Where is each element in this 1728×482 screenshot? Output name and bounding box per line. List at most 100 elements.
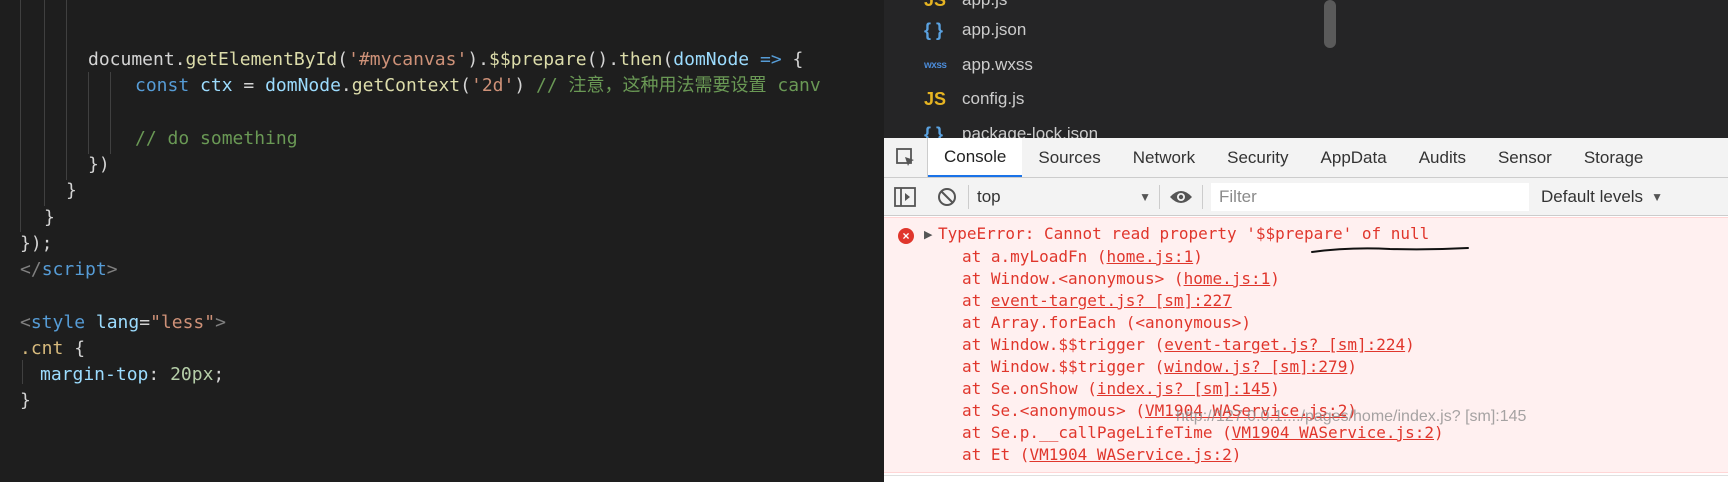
code-editor[interactable]: document.getElementById('#mycanvas').$$p… — [0, 0, 884, 482]
code-line: }); — [20, 230, 53, 257]
stack-frame-link[interactable]: window.js? [sm]:279 — [1164, 357, 1347, 376]
stack-frame-text: ) — [1270, 269, 1280, 288]
clear-console-icon[interactable] — [926, 178, 968, 216]
console-toolbar: top ▼ Default levels ▼ — [884, 178, 1728, 216]
show-sidebar-icon[interactable] — [884, 178, 926, 216]
stack-frame: at event-target.js? [sm]:227 — [962, 290, 1232, 312]
stack-frame-text: at Se.onShow ( — [962, 379, 1097, 398]
tab-audits[interactable]: Audits — [1403, 138, 1482, 177]
indent-guide — [20, 0, 21, 232]
stack-frame: at Window.<anonymous> (home.js:1) — [962, 268, 1280, 290]
context-selector[interactable]: top ▼ — [969, 178, 1159, 216]
tab-sensor[interactable]: Sensor — [1482, 138, 1568, 177]
stack-frame-text: ) — [1231, 445, 1242, 464]
code-token: '#mycanvas' — [348, 49, 468, 70]
indent-guide — [66, 0, 67, 180]
code-token: $$prepare — [489, 49, 587, 70]
code-token: script — [41, 259, 107, 280]
stack-frame: at a.myLoadFn (home.js:1) — [962, 246, 1203, 268]
code-line: document.getElementById('#mycanvas').$$p… — [88, 46, 803, 73]
indent-guide — [22, 360, 23, 384]
code-token: ctx — [200, 75, 233, 96]
file-name: package-lock.json — [962, 124, 1099, 138]
console-error-message[interactable]: × ▶ TypeError: Cannot read property '$$p… — [884, 217, 1728, 473]
devtools-panel: Console Sources Network Security AppData Audi… — [884, 138, 1728, 482]
file-explorer-scrollbar[interactable] — [1324, 0, 1336, 48]
code-token: ( — [662, 49, 674, 70]
tab-appdata[interactable]: AppData — [1305, 138, 1403, 177]
js-file-icon: JS — [924, 0, 962, 11]
expand-caret-icon[interactable]: ▶ — [924, 228, 932, 241]
code-line: <style lang="less"> — [20, 309, 226, 336]
tab-storage[interactable]: Storage — [1568, 138, 1660, 177]
code-line: } — [44, 204, 55, 231]
stack-frame-link[interactable]: home.js:1 — [1107, 247, 1194, 266]
stack-frame: at Et (VM1904 WAService.js:2) — [962, 444, 1241, 466]
log-levels-dropdown[interactable]: Default levels ▼ — [1541, 187, 1663, 207]
toolbar-divider — [1202, 184, 1203, 209]
code-token: { — [792, 49, 804, 70]
file-item[interactable]: JS config.js — [924, 82, 1024, 116]
stack-frame-text: at Window.$$trigger ( — [962, 357, 1165, 376]
code-token: style — [30, 312, 86, 333]
code-token: "less" — [150, 312, 216, 333]
code-line: .cnt { — [20, 335, 85, 362]
code-token: '2d' — [470, 75, 515, 96]
code-token: }); — [20, 233, 53, 254]
code-token: .cnt — [20, 338, 64, 359]
eye-icon[interactable] — [1160, 178, 1202, 216]
stack-frame-link[interactable]: event-target.js? [sm]:224 — [1164, 335, 1405, 354]
code-token: // do something — [135, 128, 298, 149]
tab-security[interactable]: Security — [1211, 138, 1304, 177]
stack-frame-text: ) — [1270, 379, 1280, 398]
handwritten-underline — [1311, 247, 1469, 253]
code-line: }) — [88, 151, 110, 178]
chevron-down-icon: ▼ — [1651, 189, 1663, 204]
code-token: = — [139, 312, 151, 333]
code-token: domNode — [265, 75, 341, 96]
json-file-icon: { } — [924, 19, 944, 40]
js-file-icon: JS — [924, 88, 947, 109]
context-selector-value: top — [977, 186, 1001, 206]
file-item[interactable]: wxss app.wxss — [924, 48, 1033, 82]
error-icon: × — [898, 228, 914, 244]
stack-frame: at Window.$$trigger (event-target.js? [s… — [962, 334, 1415, 356]
code-line: // do something — [135, 125, 298, 152]
code-token: 20px — [170, 364, 214, 385]
code-token: }) — [88, 154, 110, 175]
code-token: // 注意，这种用法需要设置 canv — [536, 75, 821, 96]
inspect-element-icon[interactable] — [884, 138, 928, 177]
code-token: => — [749, 49, 793, 70]
tab-sources[interactable]: Sources — [1022, 138, 1116, 177]
filter-input[interactable] — [1211, 182, 1529, 211]
code-token: > — [215, 312, 226, 333]
devtools-tabs: Console Sources Network Security AppData Audi… — [928, 138, 1659, 177]
code-line: const ctx = domNode.getContext('2d') // … — [135, 72, 821, 99]
code-token: document — [88, 49, 175, 70]
code-token: = — [232, 75, 266, 96]
code-token: } — [20, 390, 31, 411]
file-explorer[interactable]: JSapp.js{ }app.jsonwxssapp.wxssJSconfig.… — [884, 0, 1728, 138]
file-item[interactable]: { } package-lock.json — [924, 117, 1099, 139]
file-name: app.wxss — [962, 55, 1033, 74]
code-token: then — [619, 49, 663, 70]
code-token: { — [63, 338, 86, 359]
stack-frame-link[interactable]: event-target.js? [sm]:227 — [991, 291, 1232, 310]
stack-frame-text: at Window.<anonymous> ( — [962, 269, 1184, 288]
stack-frame-link[interactable]: home.js:1 — [1184, 269, 1271, 288]
stack-frame-link[interactable]: index.js? [sm]:145 — [1097, 379, 1270, 398]
code-token: . — [174, 49, 186, 70]
stack-frame-text: at Array.forEach (<anonymous>) — [962, 313, 1251, 332]
code-token: domNode — [673, 49, 750, 70]
stack-frame-text: ) — [1193, 247, 1203, 266]
stack-frame-link[interactable]: VM1904 WAService.js:2 — [1029, 445, 1231, 464]
tab-network[interactable]: Network — [1117, 138, 1211, 177]
stack-frame-text: at Et ( — [962, 445, 1030, 464]
log-levels-label: Default levels — [1541, 186, 1644, 206]
file-name: config.js — [962, 89, 1025, 108]
stack-frame-text: ) — [1347, 357, 1357, 376]
tab-console[interactable]: Console — [928, 138, 1023, 177]
file-item[interactable]: { } app.json — [924, 13, 1026, 47]
